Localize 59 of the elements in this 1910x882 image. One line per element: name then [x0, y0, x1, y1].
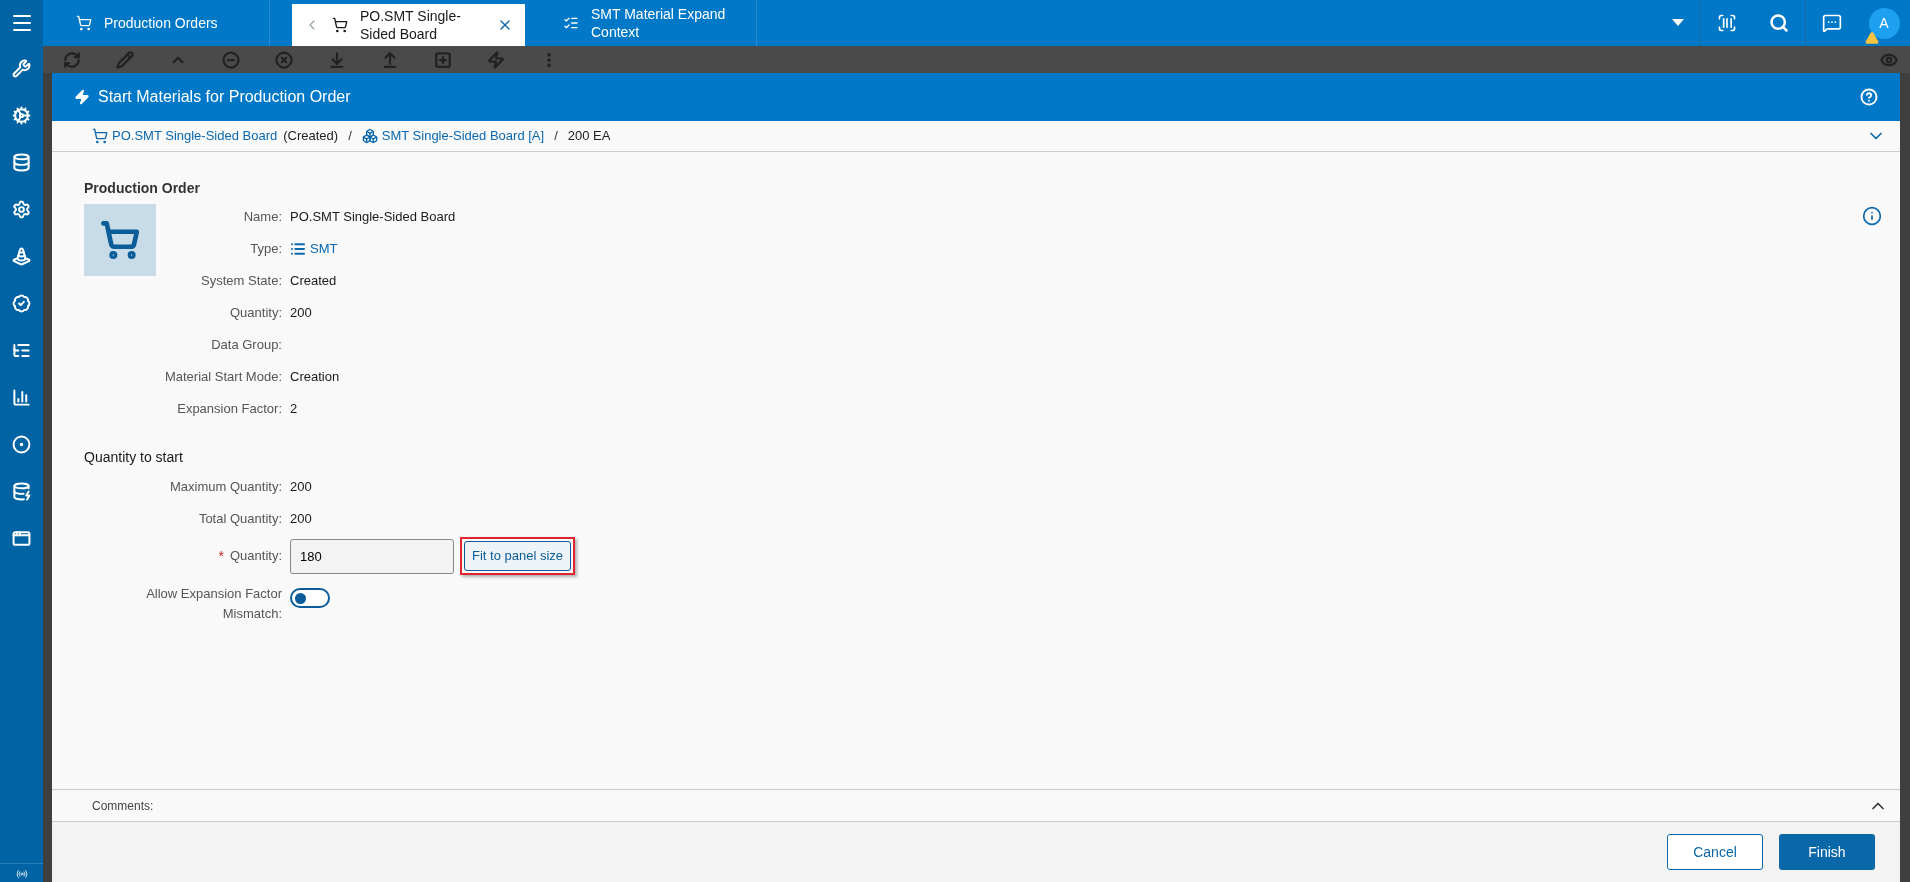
- fit-to-panel-button[interactable]: Fit to panel size: [464, 541, 572, 571]
- breadcrumb-link[interactable]: SMT Single-Sided Board [A]: [361, 126, 545, 146]
- help-icon[interactable]: [1860, 88, 1878, 106]
- list-icon: [563, 15, 579, 31]
- field-label: Material Start Mode:: [163, 368, 283, 387]
- section-heading: Production Order: [84, 179, 201, 197]
- cart-icon: [92, 128, 108, 144]
- field-value: Created: [290, 272, 337, 291]
- tab[interactable]: PO.SMT Single-Sided Board: [292, 4, 525, 46]
- toggle-switch[interactable]: [290, 588, 330, 608]
- list-icon: [290, 241, 306, 257]
- cancel-button[interactable]: Cancel: [1667, 834, 1763, 870]
- field-label: Allow Expansion Factor Mismatch:: [145, 585, 283, 623]
- dialog-title: Start Materials for Production Order: [98, 87, 352, 107]
- breadcrumb-separator: /: [553, 127, 559, 146]
- list-tree-icon[interactable]: [12, 341, 31, 360]
- type-link[interactable]: SMT: [290, 239, 338, 259]
- field-label: Quantity:: [229, 547, 282, 566]
- quantity-field[interactable]: 180: [290, 538, 454, 574]
- field-label: Maximum Quantity:: [169, 478, 283, 497]
- comments-bar[interactable]: Comments:: [52, 789, 1900, 822]
- breadcrumb-text: (Created): [283, 127, 339, 146]
- cog-icon[interactable]: [12, 106, 31, 125]
- cart-icon: [332, 17, 348, 33]
- breadcrumb-separator: /: [347, 127, 353, 146]
- window-icon[interactable]: [12, 529, 31, 548]
- cart-icon: [100, 220, 140, 260]
- field-value: 200: [290, 478, 312, 497]
- field-label: Name:: [242, 208, 283, 227]
- field-value: Creation: [290, 368, 340, 387]
- field-value: 200: [290, 510, 312, 529]
- field-value: 200: [290, 304, 312, 323]
- bolt-icon: [74, 89, 90, 105]
- bar-chart-icon[interactable]: [12, 388, 31, 407]
- section-heading: Quantity to start: [84, 448, 184, 466]
- field-label: Expansion Factor:: [176, 400, 283, 419]
- field-value: PO.SMT Single-Sided Board: [290, 208, 456, 227]
- badge-check-icon[interactable]: [12, 294, 31, 313]
- finish-button[interactable]: Finish: [1779, 834, 1875, 870]
- cart-icon: [76, 15, 92, 31]
- breadcrumb-link[interactable]: PO.SMT Single-Sided Board: [92, 126, 278, 146]
- field-value: 2: [290, 400, 298, 419]
- signal-icon: [15, 868, 28, 880]
- database-zap-icon[interactable]: [12, 482, 31, 501]
- field-label: Data Group:: [210, 336, 283, 355]
- field-label: Total Quantity:: [197, 510, 283, 529]
- wrench-icon[interactable]: [12, 59, 31, 78]
- cone-icon[interactable]: [12, 247, 31, 266]
- field-label: Quantity:: [228, 304, 283, 323]
- required-asterisk: *: [218, 546, 224, 566]
- info-icon[interactable]: [1862, 206, 1882, 226]
- boxes-icon: [361, 128, 378, 144]
- field-label: System State:: [200, 272, 283, 291]
- field-label: Type:: [249, 240, 283, 259]
- comments-label: Comments:: [92, 797, 155, 815]
- target-icon[interactable]: [12, 435, 31, 454]
- breadcrumb-text: 200 EA: [567, 127, 611, 146]
- gear-icon[interactable]: [12, 200, 31, 219]
- database-icon[interactable]: [12, 153, 31, 172]
